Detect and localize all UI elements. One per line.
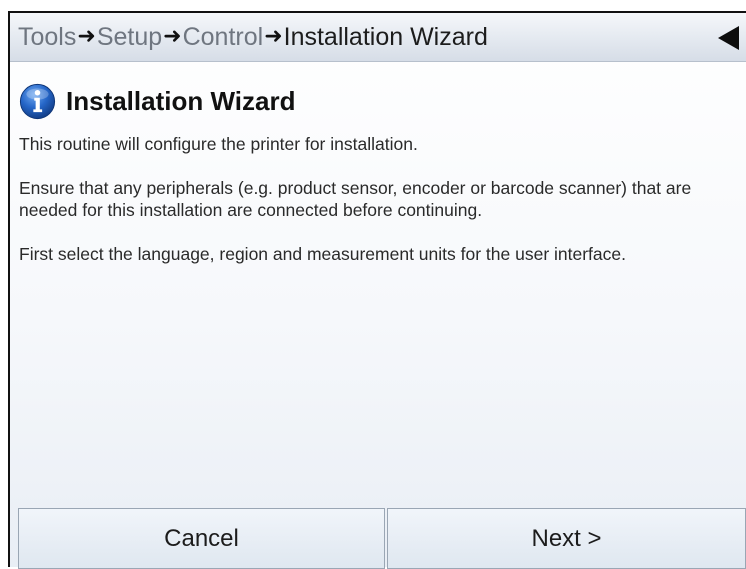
- cancel-button[interactable]: Cancel: [18, 508, 385, 569]
- breadcrumb-separator: ➜: [163, 23, 182, 48]
- wizard-screen: Tools ➜ Setup ➜ Control ➜ Installation W…: [8, 11, 746, 569]
- breadcrumb-item-setup[interactable]: Setup: [97, 23, 162, 52]
- next-button[interactable]: Next >: [387, 508, 746, 569]
- breadcrumb: Tools ➜ Setup ➜ Control ➜ Installation W…: [10, 13, 746, 62]
- back-button[interactable]: [712, 22, 744, 54]
- breadcrumb-separator: ➜: [264, 23, 283, 48]
- breadcrumb-item-tools[interactable]: Tools: [18, 23, 76, 52]
- breadcrumb-item-current: Installation Wizard: [283, 22, 488, 51]
- breadcrumb-item-control[interactable]: Control: [183, 23, 264, 52]
- description-paragraph: This routine will configure the printer …: [19, 134, 418, 154]
- description: This routine will configure the printer …: [19, 133, 719, 287]
- description-paragraph: First select the language, region and me…: [19, 244, 626, 264]
- description-paragraph: Ensure that any peripherals (e.g. produc…: [19, 178, 692, 220]
- title-row: Installation Wizard: [19, 82, 295, 120]
- breadcrumb-separator: ➜: [77, 23, 96, 48]
- page-title: Installation Wizard: [66, 85, 296, 116]
- info-icon: [19, 83, 56, 119]
- triangle-left-icon: [718, 26, 739, 50]
